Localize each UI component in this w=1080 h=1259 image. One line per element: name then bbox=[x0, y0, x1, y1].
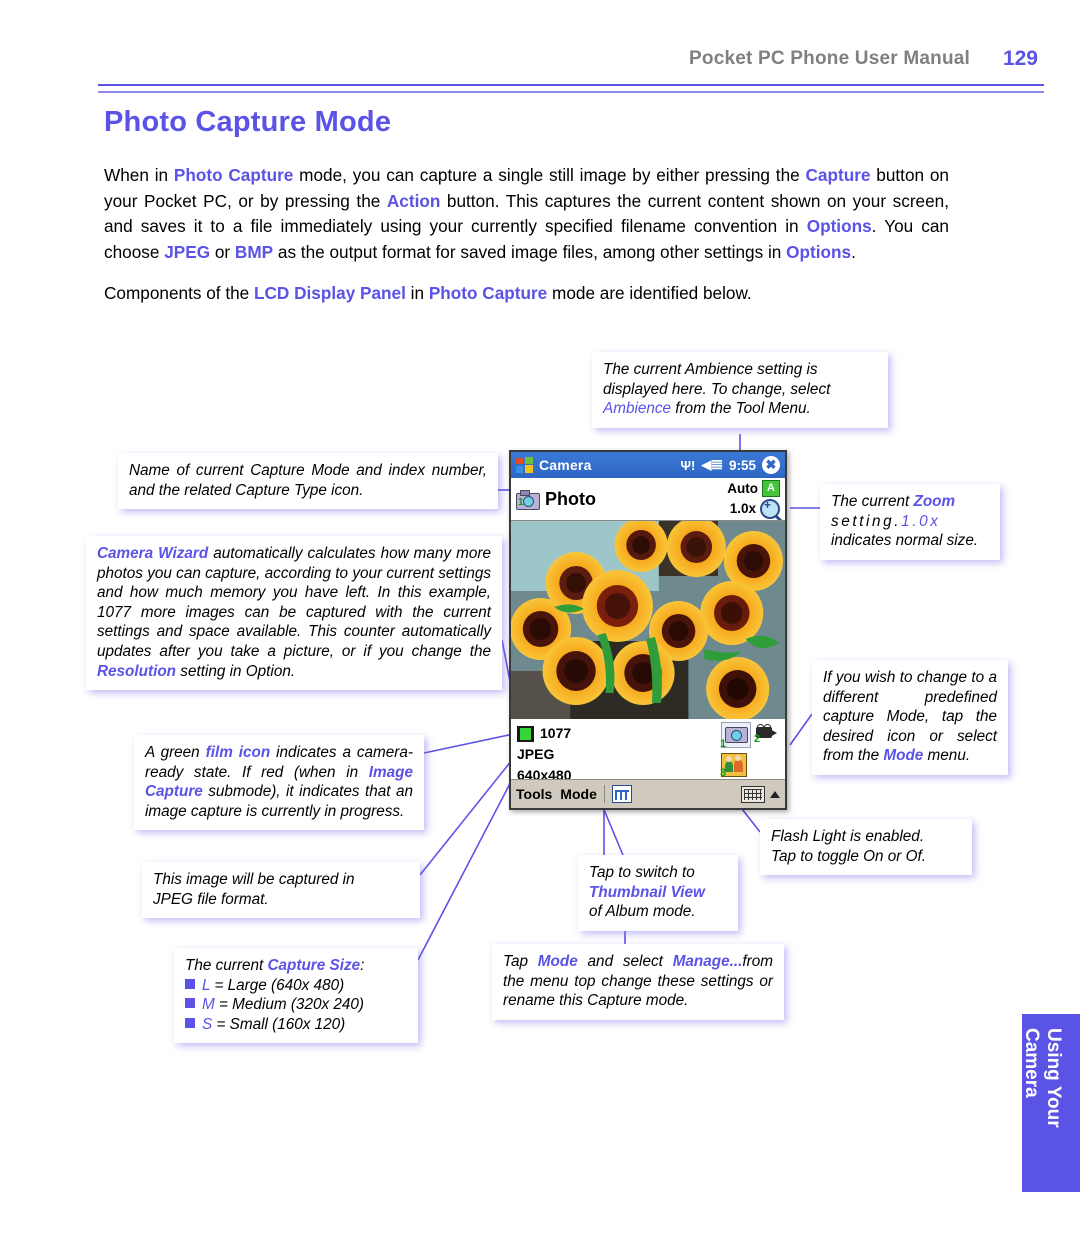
callout-capture-mode-name: Name of current Capture Mode and index n… bbox=[118, 453, 498, 510]
zoom-p3: indicates normal size. bbox=[831, 532, 979, 550]
mode-keyword: Mode bbox=[537, 953, 578, 970]
callout-manage-mode: Tap Mode and select Manage...from the me… bbox=[492, 944, 784, 1020]
callout-camera-wizard: Camera Wizard automatically calculates h… bbox=[86, 536, 502, 691]
photo-capture-type-icon[interactable]: 1 bbox=[515, 489, 540, 510]
side-tab-line2: Camera bbox=[1021, 1028, 1042, 1098]
callout-thumbnail-view: Tap to switch to Thumbnail View of Album… bbox=[578, 855, 738, 931]
callout-ambience: The current Ambience setting is displaye… bbox=[592, 352, 888, 428]
tools-menu-button[interactable]: Tools bbox=[516, 786, 552, 802]
callout-capture-size: The current Capture Size: L = Large (640… bbox=[174, 948, 418, 1044]
thumbnail-view-keyword: Thumbnail View bbox=[589, 883, 705, 901]
header-divider bbox=[98, 84, 1044, 93]
capture-size-item-small: S = Small (160x 120) bbox=[185, 1015, 407, 1035]
zoom-keyword: Zoom bbox=[913, 493, 956, 510]
settings-indicators: Auto A 1.0x bbox=[727, 479, 780, 519]
manual-page: Pocket PC Phone User Manual 129 Photo Ca… bbox=[0, 0, 1080, 1259]
capture-size-item-large: L = Large (640x 480) bbox=[185, 976, 407, 996]
app-title: Camera bbox=[539, 457, 592, 473]
device-title-bar: Camera Ψ! ◀𝌆 9:55 ✖ bbox=[511, 452, 785, 478]
resolution-keyword: Resolution bbox=[97, 662, 177, 680]
manage-p1: Tap bbox=[503, 953, 538, 970]
flash-line1: Flash Light is enabled. bbox=[771, 828, 925, 845]
keyboard-icon[interactable] bbox=[741, 785, 765, 803]
film-icon-keyword: film icon bbox=[205, 744, 271, 761]
capture-mode-index: 1 bbox=[518, 497, 524, 508]
zoom-indicator[interactable]: 1.0x bbox=[729, 498, 780, 519]
flash-line2: Tap to toggle On or Of. bbox=[771, 847, 927, 865]
photo-mode-icon[interactable]: 1 bbox=[720, 722, 751, 750]
page-title: Photo Capture Mode bbox=[104, 106, 392, 138]
photo-mode-index: 1 bbox=[720, 738, 727, 750]
capture-name-text: Name of current Capture Mode and index n… bbox=[129, 462, 487, 499]
sunflower-photo bbox=[511, 521, 785, 719]
thumbnail-grid-icon[interactable] bbox=[611, 785, 632, 803]
paragraph-1: When in Photo Capture mode, you can capt… bbox=[104, 165, 949, 262]
paragraph-2: Components of the LCD Display Panel in P… bbox=[104, 283, 752, 303]
ambience-badge-icon: A bbox=[762, 479, 780, 497]
clock-label[interactable]: 9:55 bbox=[729, 458, 756, 473]
manage-keyword: Manage... bbox=[672, 953, 743, 970]
viewfinder-photo bbox=[511, 520, 785, 719]
side-tab-line1: Using Your bbox=[1043, 1028, 1064, 1128]
callout-flash-light: Flash Light is enabled. Tap to toggle On… bbox=[760, 819, 972, 876]
thumb-line3: of Album mode. bbox=[589, 903, 696, 921]
mode-menu-keyword: Mode bbox=[883, 747, 924, 765]
zoom-p2: setting. bbox=[831, 512, 902, 530]
section-side-tab: Using Your Camera bbox=[1021, 1014, 1080, 1192]
caret-up-icon[interactable] bbox=[770, 790, 780, 798]
ambience-value: Auto bbox=[727, 480, 758, 496]
mode-menu-button[interactable]: Mode bbox=[560, 786, 597, 802]
zoom-magnifier-icon bbox=[760, 498, 780, 519]
album-mode-icon[interactable]: 3 bbox=[720, 753, 747, 779]
capture-mode-row: 1 Photo Auto A 1.0x bbox=[511, 478, 785, 520]
video-mode-index: 2 bbox=[754, 733, 761, 745]
zoom-value-keyword: 1.0x bbox=[901, 512, 941, 530]
body-text: When in Photo Capture mode, you can capt… bbox=[104, 163, 949, 307]
video-mode-icon[interactable]: 2 bbox=[754, 724, 778, 745]
capture-mode-name: Photo bbox=[545, 488, 596, 509]
mode-p2: menu. bbox=[923, 747, 971, 765]
capture-size-title: The current Capture Size: bbox=[185, 957, 365, 974]
ambience-line1: The current Ambience setting is bbox=[603, 361, 818, 378]
ambience-line2: displayed here. To change, select bbox=[603, 380, 831, 398]
bullet-square-icon bbox=[185, 978, 195, 989]
remaining-count: 1077 bbox=[540, 725, 572, 741]
volume-icon[interactable]: ◀𝌆 bbox=[701, 457, 723, 473]
film-p1: A green bbox=[145, 744, 206, 761]
ambience-keyword: Ambience bbox=[603, 400, 672, 418]
signal-icon[interactable]: Ψ! bbox=[680, 458, 695, 473]
ambience-indicator[interactable]: Auto A bbox=[727, 479, 780, 497]
film-icon bbox=[517, 725, 534, 742]
close-icon[interactable]: ✖ bbox=[762, 456, 780, 474]
callout-jpeg-format: This image will be captured in JPEG file… bbox=[142, 862, 420, 919]
thumb-line1: Tap to switch to bbox=[589, 864, 695, 881]
manual-header-title: Pocket PC Phone User Manual bbox=[689, 48, 970, 69]
jpeg-line2: JPEG file format. bbox=[153, 890, 269, 908]
camera-wizard-keyword: Camera Wizard bbox=[97, 545, 209, 562]
bullet-square-icon bbox=[185, 998, 195, 1009]
page-number: 129 bbox=[1002, 47, 1038, 70]
pda-device-screenshot: Camera Ψ! ◀𝌆 9:55 ✖ 1 Photo Auto A 1.0x bbox=[509, 450, 787, 810]
manage-p2: and select bbox=[577, 953, 673, 970]
zoom-p1: The current bbox=[831, 493, 914, 510]
album-mode-index: 3 bbox=[720, 767, 727, 779]
jpeg-line1: This image will be captured in bbox=[153, 871, 355, 888]
camera-wizard-text: automatically calculates how many more p… bbox=[97, 545, 491, 660]
bullet-square-icon bbox=[185, 1017, 195, 1028]
zoom-value: 1.0x bbox=[729, 501, 756, 516]
callout-film-icon: A green film icon indicates a camera-rea… bbox=[134, 735, 424, 831]
callout-mode-menu: If you wish to change to a different pre… bbox=[812, 660, 1008, 775]
capture-size-item-medium: M = Medium (320x 240) bbox=[185, 995, 407, 1015]
mode-icon-group: 1 2 3 bbox=[709, 722, 779, 786]
device-toolbar: Tools Mode bbox=[511, 779, 785, 808]
camera-wizard-text2: setting in Option. bbox=[176, 662, 296, 680]
capture-size-keyword: Capture Size bbox=[267, 957, 361, 974]
callout-zoom-setting: The current Zoom setting.1.0x indicates … bbox=[820, 484, 1000, 560]
ambience-line3: from the Tool Menu. bbox=[671, 400, 811, 418]
toolbar-divider bbox=[603, 785, 605, 803]
windows-logo-icon bbox=[516, 457, 533, 473]
